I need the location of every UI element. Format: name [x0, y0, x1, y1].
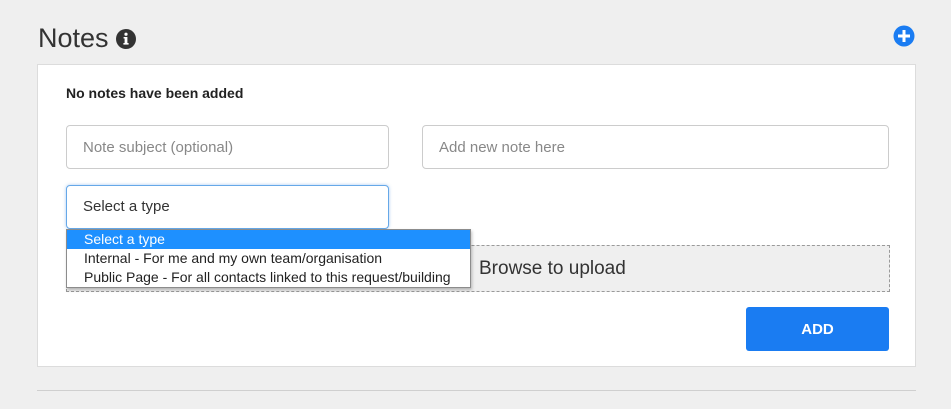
empty-notes-message: No notes have been added — [66, 85, 244, 101]
note-subject-input[interactable] — [66, 125, 389, 169]
dropdown-option-internal[interactable]: Internal - For me and my own team/organi… — [67, 249, 470, 268]
dropdown-option-public-page[interactable]: Public Page - For all contacts linked to… — [67, 268, 470, 287]
page-title: Notes — [38, 22, 109, 53]
add-note-icon[interactable] — [893, 25, 915, 47]
note-type-select[interactable]: Select a type — [66, 185, 389, 229]
add-button[interactable]: ADD — [746, 307, 889, 351]
info-icon[interactable] — [115, 28, 137, 50]
notes-panel: No notes have been added Select a type B… — [37, 64, 916, 367]
note-type-dropdown-list: Select a type Internal - For me and my o… — [66, 229, 471, 288]
dropdown-option-select-a-type[interactable]: Select a type — [67, 230, 470, 249]
notes-header: Notes — [38, 20, 137, 56]
section-divider — [37, 390, 916, 391]
upload-label: Browse to upload — [479, 258, 626, 279]
note-body-input[interactable] — [422, 125, 889, 169]
note-type-select-value: Select a type — [83, 198, 170, 215]
